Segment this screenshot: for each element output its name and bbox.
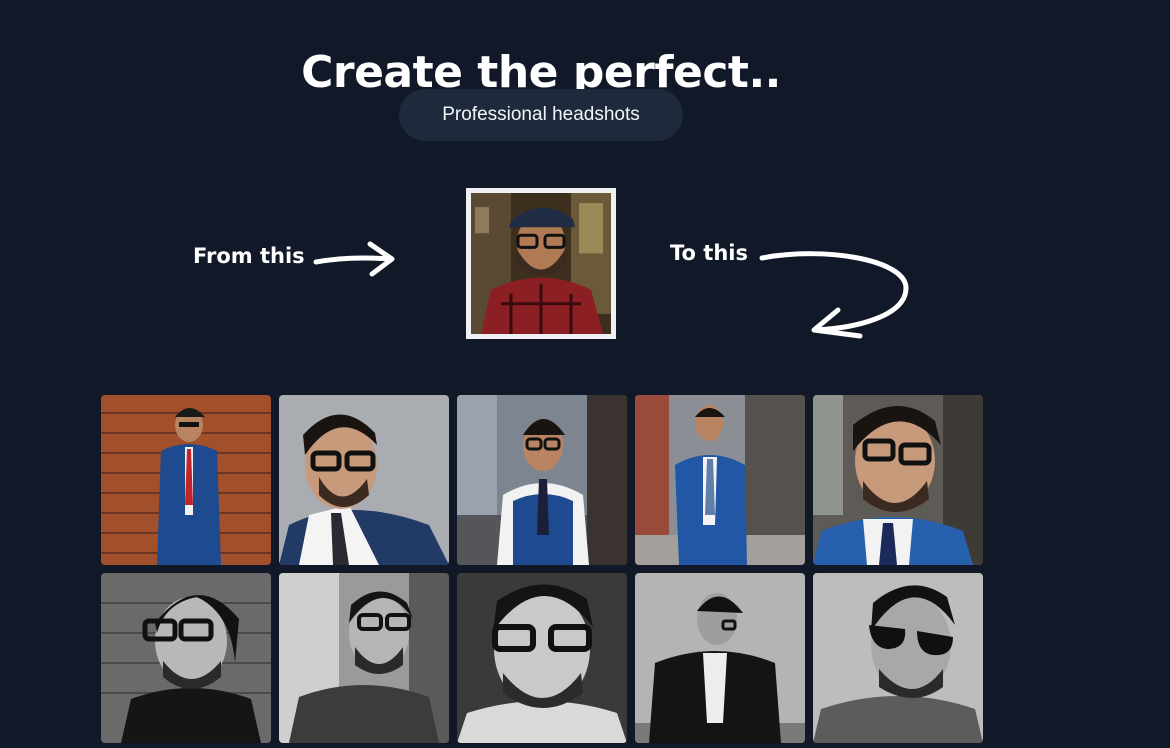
gallery-item[interactable] [279, 395, 449, 565]
headshot-photo-icon [279, 395, 449, 565]
gallery-item[interactable] [457, 573, 627, 743]
headshot-photo-icon [635, 573, 805, 743]
category-pill-label: Professional headshots [442, 104, 640, 125]
gallery-item[interactable] [279, 573, 449, 743]
gallery-item[interactable] [635, 395, 805, 565]
gallery-item[interactable] [635, 573, 805, 743]
to-label: To this [670, 241, 748, 265]
gallery-item[interactable] [813, 395, 983, 565]
person-photo-icon [471, 193, 611, 334]
headshot-photo-icon [101, 573, 271, 743]
headshot-photo-icon [635, 395, 805, 565]
category-pill-button[interactable]: Professional headshots [399, 89, 683, 141]
gallery-item[interactable] [101, 395, 271, 565]
curved-arrow-icon [759, 251, 909, 339]
headshot-photo-icon [813, 573, 983, 743]
headshot-photo-icon [457, 395, 627, 565]
headshot-photo-icon [101, 395, 271, 565]
source-photo [466, 188, 616, 339]
gallery-item[interactable] [101, 573, 271, 743]
right-arrow-icon [313, 241, 395, 277]
headshot-photo-icon [279, 573, 449, 743]
gallery-item[interactable] [457, 395, 627, 565]
headshot-photo-icon [457, 573, 627, 743]
from-label: From this [193, 244, 305, 268]
gallery-item[interactable] [813, 573, 983, 743]
headshot-photo-icon [813, 395, 983, 565]
headshot-gallery [101, 395, 983, 743]
